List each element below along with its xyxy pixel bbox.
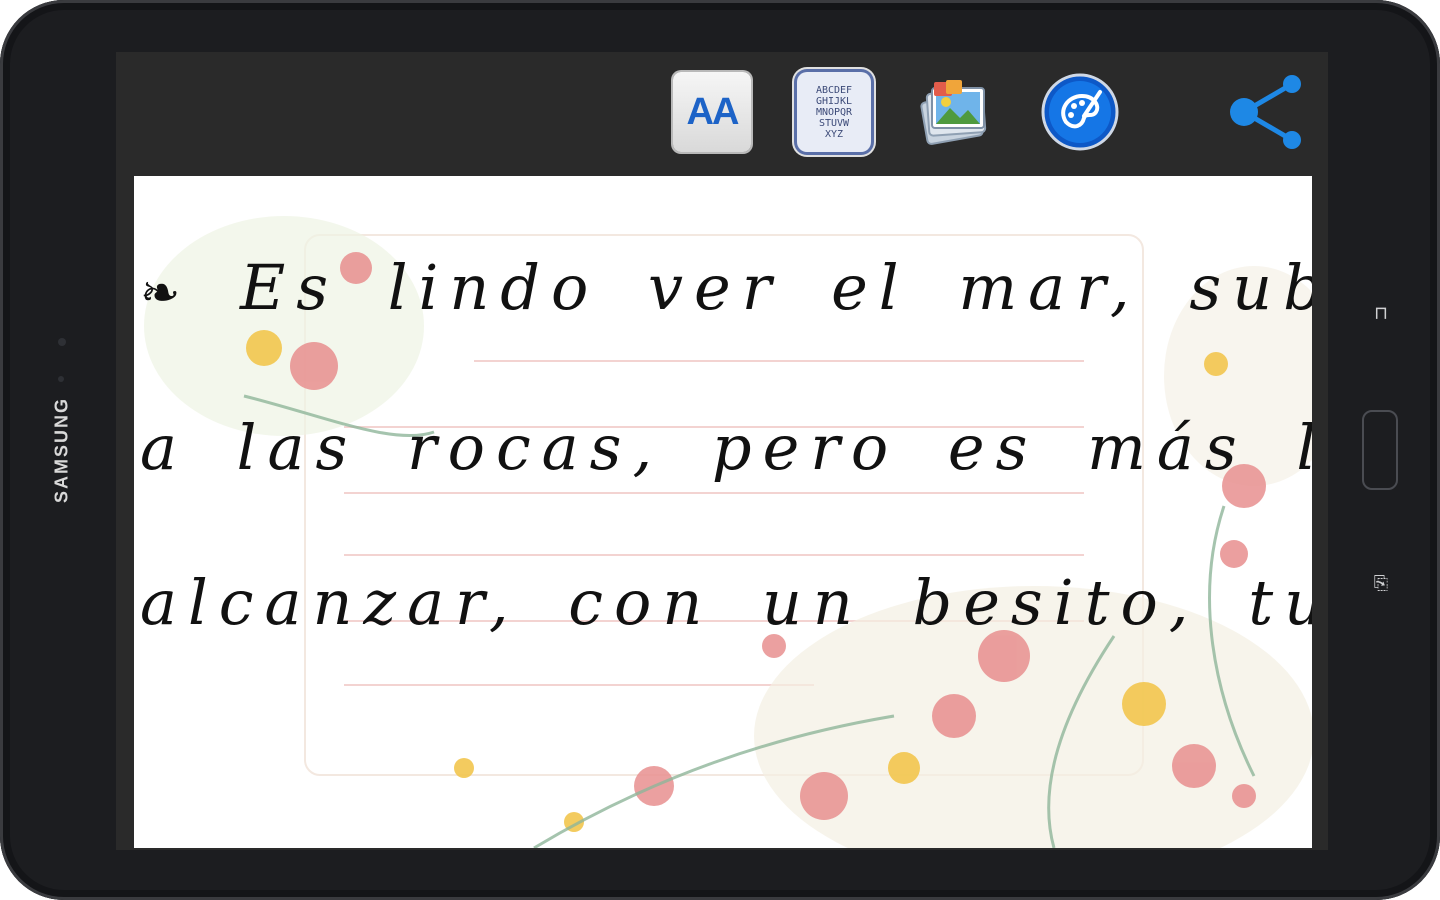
share-button[interactable] bbox=[1226, 70, 1306, 154]
message-line-3-text: alcanzar, con un besito, tu boca. bbox=[140, 566, 1312, 639]
font-button[interactable]: AA bbox=[672, 70, 752, 154]
ornament-start: ❧ bbox=[140, 264, 192, 321]
app-screen: AA ABCDEF GHIJKL MNOPQR STUVW XYZ ❧ Es l… bbox=[116, 52, 1328, 850]
alphabet-button-text: ABCDEF GHIJKL MNOPQR STUVW XYZ bbox=[815, 84, 853, 140]
front-camera bbox=[58, 338, 66, 346]
light-sensor bbox=[58, 376, 64, 382]
brand-label: SAMSUNG bbox=[51, 396, 72, 504]
home-button[interactable] bbox=[1362, 410, 1398, 490]
gallery-icon bbox=[920, 80, 987, 145]
palette-icon bbox=[1041, 73, 1119, 151]
message-line-2-text: a las rocas, pero es más lindo bbox=[140, 411, 1312, 484]
tablet-frame: SAMSUNG ⊓ ⎘ AA ABCDEF GHIJKL MNOPQR STUV… bbox=[0, 0, 1440, 900]
toolbar: AA ABCDEF GHIJKL MNOPQR STUVW XYZ bbox=[116, 52, 1328, 172]
message-card: ❧ Es lindo ver el mar, subiéndose a las … bbox=[134, 176, 1312, 848]
message-line-2: a las rocas, pero es más lindo bbox=[140, 411, 1312, 484]
back-button[interactable]: ⎘ bbox=[1372, 574, 1390, 594]
share-icon bbox=[1230, 75, 1301, 149]
font-icon: AA bbox=[673, 72, 751, 152]
alphabet-button[interactable]: ABCDEF GHIJKL MNOPQR STUVW XYZ bbox=[794, 70, 874, 154]
alphabet-icon: ABCDEF GHIJKL MNOPQR STUVW XYZ bbox=[797, 72, 871, 152]
gallery-button[interactable] bbox=[916, 70, 996, 154]
recent-apps-button[interactable]: ⊓ bbox=[1372, 304, 1390, 324]
message-line-3: alcanzar, con un besito, tu boca. ❦ bbox=[140, 566, 1312, 639]
message-line-1-text: Es lindo ver el mar, subiéndose bbox=[239, 251, 1312, 324]
palette-button[interactable] bbox=[1040, 70, 1120, 154]
font-button-label: AA bbox=[686, 90, 740, 133]
message-line-1: ❧ Es lindo ver el mar, subiéndose bbox=[140, 251, 1312, 324]
